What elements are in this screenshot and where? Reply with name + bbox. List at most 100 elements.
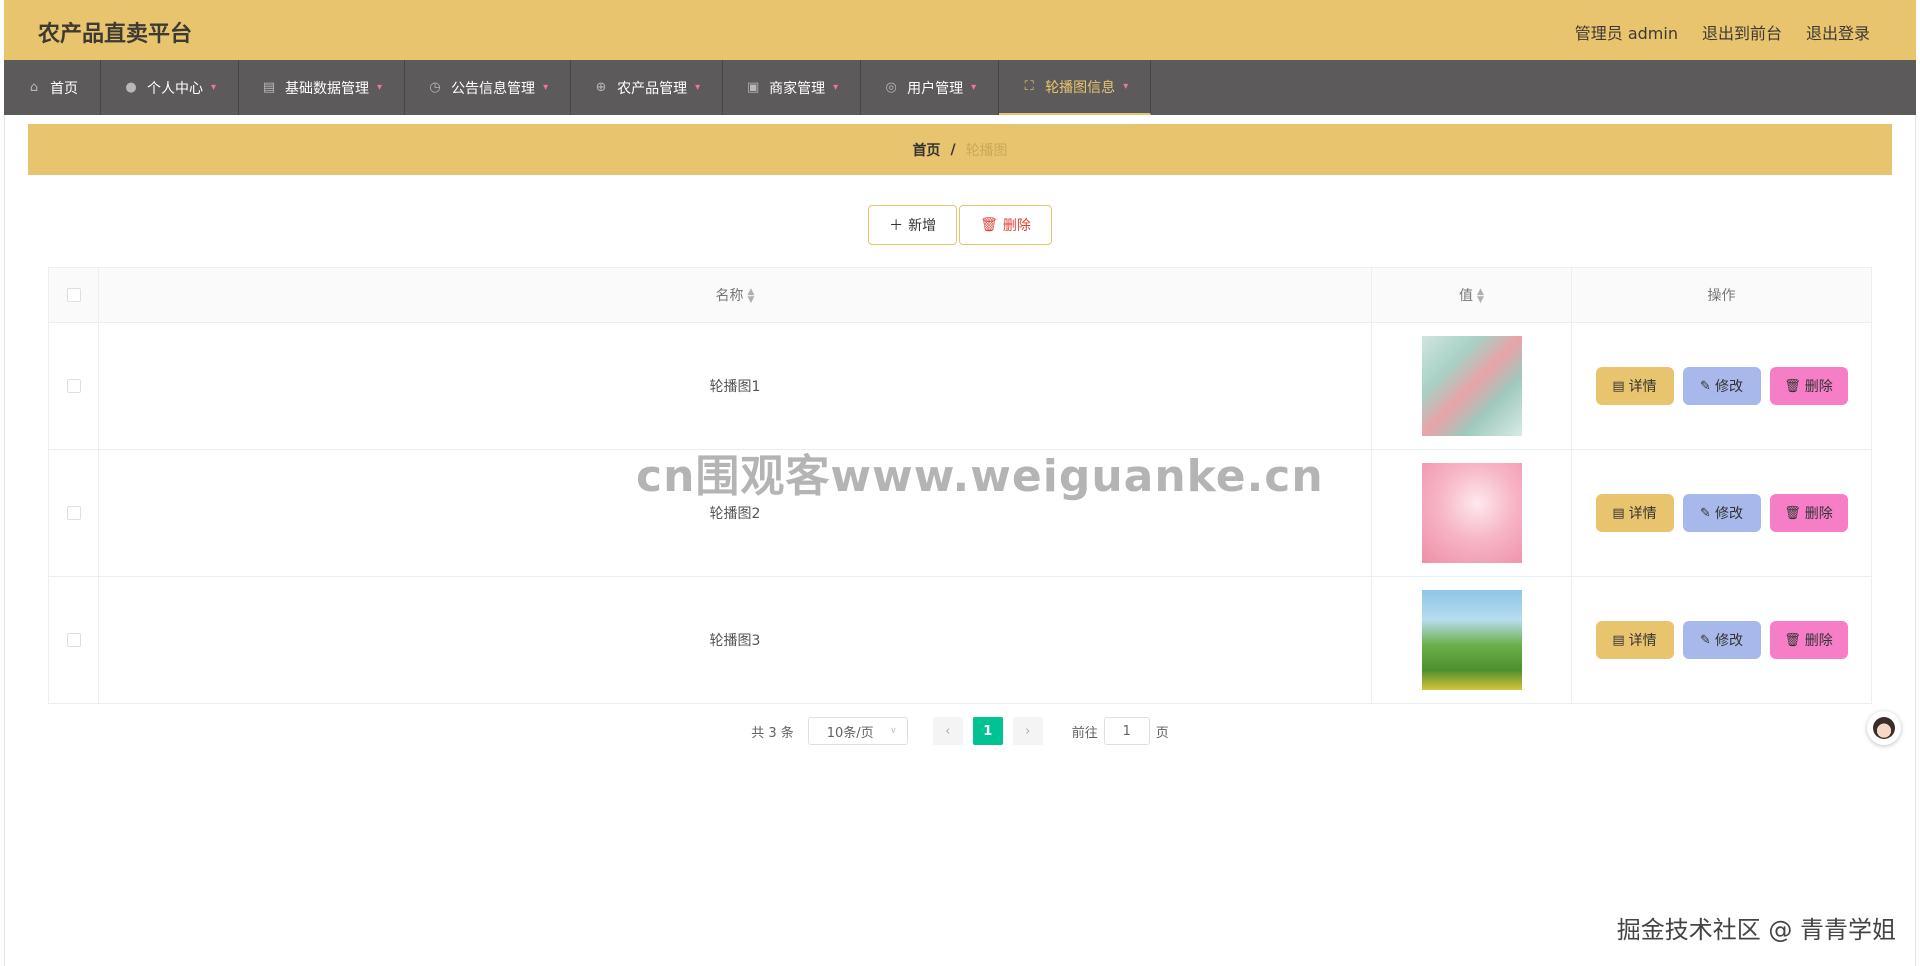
trash-icon: 🗑 xyxy=(980,217,998,233)
detail-button[interactable]: ▤ 详情 xyxy=(1595,621,1674,659)
row-ops-cell: ▤ 详情 ✎ 修改 🗑 删除 xyxy=(1571,449,1872,577)
delete-label: 删除 xyxy=(1804,633,1833,649)
detail-button[interactable]: ▤ 详情 xyxy=(1595,367,1674,405)
pagination: 共 3 条 10条/页 ∨ ‹ 1 › 前往 页 xyxy=(28,717,1892,745)
chevron-down-icon: ▾ xyxy=(1123,81,1129,92)
chevron-down-icon: ▾ xyxy=(211,82,217,93)
goto-prefix: 前往 xyxy=(1071,725,1098,741)
nav-item-merchants[interactable]: ▣ 商家管理 ▾ xyxy=(723,60,862,115)
column-header-label: 操作 xyxy=(1707,288,1736,304)
trash-icon: 🗑 xyxy=(1784,632,1801,648)
watermark-text: cn围观客www.weiguanke.cn xyxy=(636,451,1324,502)
row-ops-cell: ▤ 详情 ✎ 修改 🗑 删除 xyxy=(1571,576,1872,704)
goto-page-input[interactable] xyxy=(1103,717,1150,745)
chevron-down-icon: ▾ xyxy=(971,82,977,93)
nav-item-label: 首页 xyxy=(50,80,78,97)
add-button[interactable]: ＋ 新增 xyxy=(868,205,958,245)
row-value-cell xyxy=(1371,449,1572,577)
site-title: 农产品直卖平台 xyxy=(38,22,193,47)
chevron-left-icon: ‹ xyxy=(945,723,951,739)
edit-button[interactable]: ✎ 修改 xyxy=(1682,494,1761,532)
row-checkbox[interactable] xyxy=(66,633,81,647)
table-row: 轮播图3 ▤ 详情 ✎ 修改 🗑 删除 xyxy=(48,576,1872,704)
nav-item-label: 商家管理 xyxy=(769,80,826,97)
exit-to-front-link[interactable]: 退出到前台 xyxy=(1702,20,1782,44)
carousel-thumbnail[interactable] xyxy=(1421,463,1522,563)
row-checkbox[interactable] xyxy=(66,379,81,393)
detail-label: 详情 xyxy=(1628,379,1657,395)
row-name: 轮播图1 xyxy=(98,322,1372,450)
delete-button-label: 删除 xyxy=(1002,218,1031,234)
prev-page-button[interactable]: ‹ xyxy=(932,717,963,745)
edit-button[interactable]: ✎ 修改 xyxy=(1682,367,1761,405)
nav-item-label: 基础数据管理 xyxy=(285,80,370,97)
column-header-name[interactable]: 名称 ▲ ▼ xyxy=(98,267,1372,323)
top-header: 农产品直卖平台 管理员 admin 退出到前台 退出登录 xyxy=(4,0,1916,60)
edit-button[interactable]: ✎ 修改 xyxy=(1682,621,1761,659)
edit-label: 修改 xyxy=(1714,379,1743,395)
footer-credit: 掘金技术社区 @ 青青学姐 xyxy=(1616,916,1896,944)
admin-user-label: 管理员 admin xyxy=(1574,24,1678,43)
breadcrumb: 首页 / 轮播图 xyxy=(28,124,1892,175)
add-button-label: 新增 xyxy=(908,218,937,234)
nav-item-announcements[interactable]: ◷ 公告信息管理 ▾ xyxy=(405,60,572,115)
nav-item-carousel[interactable]: ⛶ 轮播图信息 ▾ xyxy=(999,60,1152,115)
table-row: 轮播图1 ▤ 详情 ✎ 修改 🗑 删除 xyxy=(48,322,1872,450)
header-links: 管理员 admin 退出到前台 退出登录 xyxy=(1575,20,1870,44)
nav-item-products[interactable]: ⊕ 农产品管理 ▾ xyxy=(571,60,724,115)
chevron-down-icon: ▾ xyxy=(833,82,839,93)
row-select-cell xyxy=(48,449,99,577)
floating-avatar[interactable] xyxy=(1867,711,1901,745)
breadcrumb-current: 轮播图 xyxy=(965,142,1008,159)
chevron-right-icon: › xyxy=(1025,723,1031,739)
row-select-cell xyxy=(48,576,99,704)
page-size-value: 10条/页 xyxy=(826,725,874,741)
detail-button[interactable]: ▤ 详情 xyxy=(1595,494,1674,532)
goto-suffix: 页 xyxy=(1155,725,1169,741)
chevron-down-icon: ▾ xyxy=(543,82,549,93)
nav-item-home[interactable]: ⌂ 首页 xyxy=(4,60,101,115)
delete-button[interactable]: 🗑 删除 xyxy=(1769,494,1848,532)
row-ops-cell: ▤ 详情 ✎ 修改 🗑 删除 xyxy=(1571,322,1872,450)
sort-icon[interactable]: ▲ ▼ xyxy=(1477,288,1484,305)
logout-link[interactable]: 退出登录 xyxy=(1806,20,1870,44)
nav-item-label: 轮播图信息 xyxy=(1045,79,1116,96)
pagination-total: 共 3 条 xyxy=(751,725,794,741)
next-page-button[interactable]: › xyxy=(1012,717,1043,745)
select-all-checkbox[interactable] xyxy=(66,288,81,302)
nav-item-users[interactable]: ◎ 用户管理 ▾ xyxy=(861,60,1000,115)
breadcrumb-home[interactable]: 首页 xyxy=(912,140,940,160)
sort-icon[interactable]: ▲ ▼ xyxy=(748,288,755,305)
select-all-cell xyxy=(48,267,99,323)
nav-item-personal-center[interactable]: ● 个人中心 ▾ xyxy=(101,60,240,115)
toolbar: ＋ 新增 🗑 删除 xyxy=(28,205,1892,245)
main-nav: ⌂ 首页 ● 个人中心 ▾ ▤ 基础数据管理 ▾ ◷ 公告信息管理 ▾ ⊕ 农产… xyxy=(4,60,1916,115)
plus-icon: ＋ xyxy=(889,218,904,234)
carousel-thumbnail[interactable] xyxy=(1421,336,1522,436)
delete-button[interactable]: 🗑 删除 xyxy=(1769,621,1848,659)
detail-label: 详情 xyxy=(1628,633,1657,649)
batch-delete-button[interactable]: 🗑 删除 xyxy=(959,205,1052,245)
nav-item-label: 公告信息管理 xyxy=(451,80,536,97)
document-icon: ▤ xyxy=(1612,505,1625,521)
page-size-select[interactable]: 10条/页 ∨ xyxy=(807,717,908,745)
row-value-cell xyxy=(1371,576,1572,704)
fullscreen-icon: ⛶ xyxy=(1024,79,1034,94)
nav-item-base-data[interactable]: ▤ 基础数据管理 ▾ xyxy=(239,60,406,115)
nav-item-label: 个人中心 xyxy=(147,80,203,97)
nav-item-label: 农产品管理 xyxy=(617,80,688,97)
crosshair-icon: ⊕ xyxy=(595,80,607,95)
edit-label: 修改 xyxy=(1714,506,1743,522)
page-number-button[interactable]: 1 xyxy=(972,717,1003,745)
detail-label: 详情 xyxy=(1628,506,1657,522)
row-checkbox[interactable] xyxy=(66,506,81,520)
column-header-value[interactable]: 值 ▲ ▼ xyxy=(1371,267,1572,323)
column-header-label: 名称 xyxy=(715,288,744,304)
carousel-thumbnail[interactable] xyxy=(1421,590,1522,690)
trash-icon: 🗑 xyxy=(1784,378,1801,394)
table-header-row: 名称 ▲ ▼ 值 ▲ ▼ 操作 xyxy=(48,267,1872,323)
delete-button[interactable]: 🗑 删除 xyxy=(1769,367,1848,405)
clock-icon: ◷ xyxy=(429,80,441,95)
trash-icon: 🗑 xyxy=(1784,505,1801,521)
document-icon: ▤ xyxy=(1612,632,1625,648)
